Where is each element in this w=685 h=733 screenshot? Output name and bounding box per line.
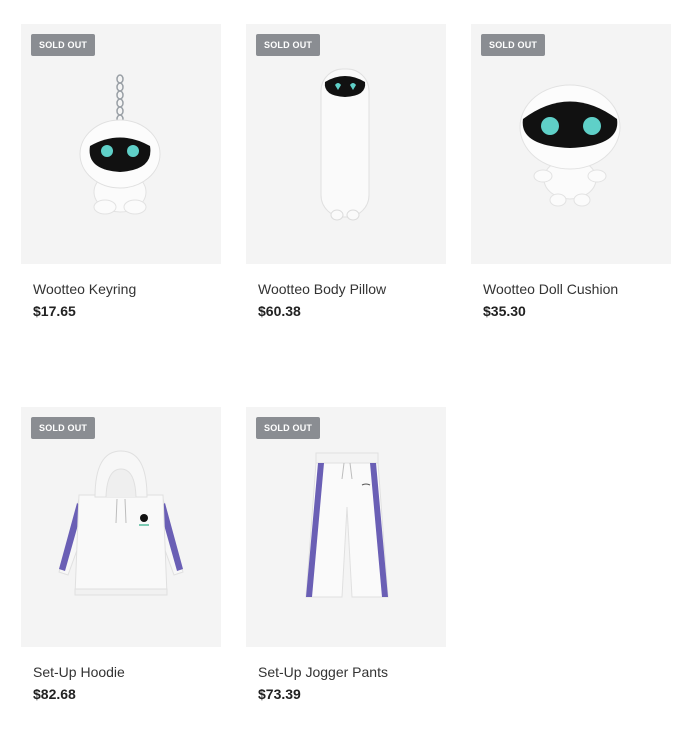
product-card-jogger-pants[interactable]: SOLD OUT Set-Up Jogger Pants $73.39 (246, 407, 446, 702)
product-image[interactable]: SOLD OUT (246, 407, 446, 647)
product-image[interactable]: SOLD OUT (471, 24, 671, 264)
product-name[interactable]: Wootteo Doll Cushion (483, 281, 618, 297)
product-card-body-pillow[interactable]: SOLD OUT Wootteo Body Pillow $60.38 (246, 24, 446, 319)
product-name[interactable]: Set-Up Jogger Pants (258, 664, 388, 680)
product-name[interactable]: Wootteo Keyring (33, 281, 136, 297)
product-name[interactable]: Set-Up Hoodie (33, 664, 125, 680)
body-pillow-image (320, 68, 370, 221)
product-image[interactable]: SOLD OUT (21, 407, 221, 647)
product-name[interactable]: Wootteo Body Pillow (258, 281, 386, 297)
product-price: $35.30 (483, 303, 526, 319)
keyring-plush-image (79, 74, 161, 215)
doll-cushion-image (519, 84, 621, 207)
product-price: $60.38 (258, 303, 301, 319)
hoodie-image (58, 450, 184, 596)
product-price: $82.68 (33, 686, 76, 702)
product-card-hoodie[interactable]: SOLD OUT Set-Up Hoodie $82.68 (21, 407, 221, 702)
sold-out-badge: SOLD OUT (31, 417, 96, 439)
sold-out-badge: SOLD OUT (256, 417, 321, 439)
product-card-keyring[interactable]: SOLD OUT Wootteo Keyring $17.65 (21, 24, 221, 319)
product-image[interactable]: SOLD OUT (21, 24, 221, 264)
product-price: $17.65 (33, 303, 76, 319)
sold-out-badge: SOLD OUT (256, 34, 321, 56)
sold-out-badge: SOLD OUT (31, 34, 96, 56)
sold-out-badge: SOLD OUT (481, 34, 546, 56)
product-card-doll-cushion[interactable]: SOLD OUT Wootteo Doll Cushion $35.30 (471, 24, 671, 319)
jogger-pants-image (305, 452, 389, 598)
product-price: $73.39 (258, 686, 301, 702)
product-image[interactable]: SOLD OUT (246, 24, 446, 264)
